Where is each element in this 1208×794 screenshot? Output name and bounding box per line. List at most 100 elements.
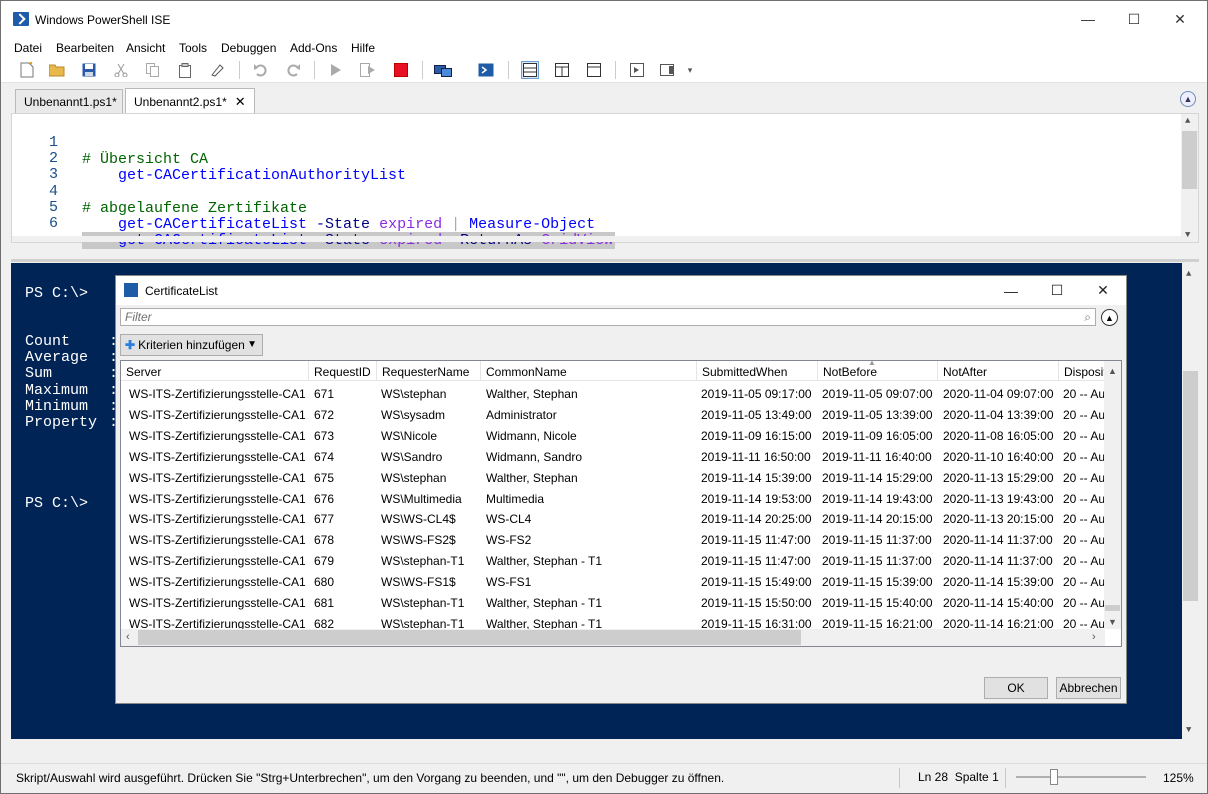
collapse-script-pane-icon[interactable]: ▲ [1180, 91, 1196, 107]
scroll-up-icon[interactable]: ▲ [1108, 366, 1117, 376]
run-selection-icon[interactable] [359, 61, 377, 79]
zoom-slider-thumb[interactable] [1050, 769, 1058, 785]
zoom-slider[interactable] [1016, 776, 1146, 778]
redo-icon[interactable] [284, 61, 302, 79]
scroll-right-icon[interactable]: › [1092, 631, 1096, 643]
pane-splitter[interactable] [11, 259, 1199, 262]
search-icon[interactable]: ⌕ [1084, 310, 1091, 325]
maximize-button[interactable]: ☐ [1034, 276, 1080, 305]
scrollbar-thumb[interactable] [1105, 605, 1120, 611]
new-file-icon[interactable] [18, 61, 36, 79]
cell-server: WS-ITS-Zertifizierungsstelle-CA1 [129, 449, 306, 464]
paste-icon[interactable] [176, 61, 194, 79]
editor-vertical-scrollbar[interactable]: ▲ ▼ [1181, 114, 1198, 242]
scrollbar-thumb[interactable] [1182, 131, 1197, 189]
table-row[interactable]: WS-ITS-Zertifizierungsstelle-CA1 681 WS\st… [121, 592, 1105, 613]
show-script-pane-icon[interactable] [628, 61, 646, 79]
maximize-button[interactable]: ☐ [1111, 1, 1157, 37]
grid-vertical-scrollbar[interactable]: ▲ ▼ [1104, 361, 1121, 629]
table-row[interactable]: WS-ITS-Zertifizierungsstelle-CA1 671 WS\st… [121, 383, 1105, 404]
dialog-title-bar[interactable]: CertificateList — ☐ ✕ [116, 276, 1126, 305]
scrollbar-thumb[interactable] [138, 630, 801, 645]
cell-requestername: WS\WS-FS2$ [381, 533, 456, 548]
close-button[interactable]: ✕ [1157, 1, 1203, 37]
run-script-icon[interactable] [327, 61, 345, 79]
menu-debuggen[interactable]: Debuggen [221, 41, 276, 55]
cell-notbefore: 2019-11-11 16:40:00 [822, 449, 932, 464]
tab-unbenannt1[interactable]: Unbenannt1.ps1* [15, 89, 123, 113]
show-commands-icon[interactable] [660, 61, 678, 79]
filter-input[interactable]: Filter ⌕ [120, 308, 1096, 326]
table-row[interactable]: WS-ITS-Zertifizierungsstelle-CA1 673 WS\Ni… [121, 425, 1105, 446]
table-row[interactable]: WS-ITS-Zertifizierungsstelle-CA1 679 WS\st… [121, 550, 1105, 571]
cell-disposition: 20 -- Au [1063, 596, 1105, 610]
table-row[interactable]: WS-ITS-Zertifizierungsstelle-CA1 675 WS\st… [121, 467, 1105, 488]
copy-icon[interactable] [144, 61, 162, 79]
title-bar[interactable]: Windows PowerShell ISE — ☐ ✕ [1, 1, 1207, 37]
column-header-requestername[interactable]: RequesterName [377, 361, 481, 381]
column-header-disposition[interactable]: Dispositi [1059, 361, 1105, 381]
undo-icon[interactable] [252, 61, 270, 79]
save-icon[interactable] [80, 61, 98, 79]
table-row[interactable]: WS-ITS-Zertifizierungsstelle-CA1 676 WS\Mu… [121, 488, 1105, 509]
table-row[interactable]: WS-ITS-Zertifizierungsstelle-CA1 674 WS\Sa… [121, 446, 1105, 467]
scroll-up-icon[interactable]: ▲ [1186, 269, 1191, 279]
scroll-down-icon[interactable]: ▼ [1185, 230, 1190, 240]
menu-hilfe[interactable]: Hilfe [351, 41, 375, 55]
minimize-button[interactable]: — [988, 276, 1034, 305]
stop-icon[interactable] [392, 61, 410, 79]
console-vertical-scrollbar[interactable]: ▲ ▼ [1182, 263, 1199, 739]
menu-ansicht[interactable]: Ansicht [126, 41, 165, 55]
table-row[interactable]: WS-ITS-Zertifizierungsstelle-CA1 678 WS\WS… [121, 529, 1105, 550]
editor-horizontal-scrollbar[interactable] [12, 236, 1182, 242]
layout-maximized-icon[interactable] [585, 61, 603, 79]
script-editor[interactable]: 1 # Übersicht CA 2 get-CACertificationAu… [11, 113, 1199, 249]
remote-powershell-icon[interactable] [434, 61, 452, 79]
clear-console-icon[interactable] [208, 61, 226, 79]
cell-notbefore: 2019-11-15 11:37:00 [822, 533, 932, 548]
minimize-button[interactable]: — [1065, 1, 1111, 37]
cell-notafter: 2020-11-14 11:37:00 [943, 554, 1053, 569]
layout-right-icon[interactable] [553, 61, 571, 79]
tab-unbenannt2[interactable]: Unbenannt2.ps1* ✕ [125, 88, 255, 114]
powershell-console-icon[interactable] [477, 61, 495, 79]
cell-requestername: WS\WS-FS1$ [381, 575, 456, 590]
close-button[interactable]: ✕ [1080, 276, 1126, 305]
menu-bearbeiten[interactable]: Bearbeiten [56, 41, 114, 55]
column-header-commonname[interactable]: CommonName [481, 361, 697, 381]
table-row[interactable]: WS-ITS-Zertifizierungsstelle-CA1 672 WS\sy… [121, 404, 1105, 425]
menu-tools[interactable]: Tools [179, 41, 207, 55]
layout-top-icon[interactable] [521, 61, 539, 79]
scroll-left-icon[interactable]: ‹ [126, 631, 130, 643]
cancel-button[interactable]: Abbrechen [1056, 677, 1121, 699]
menu-add-ons[interactable]: Add-Ons [290, 41, 337, 55]
column-header-server[interactable]: Server [121, 361, 309, 381]
certificate-grid[interactable]: Server RequestID RequesterName CommonNam… [120, 360, 1122, 647]
table-row[interactable]: WS-ITS-Zertifizierungsstelle-CA1 680 WS\WS… [121, 571, 1105, 592]
column-header-notafter[interactable]: NotAfter [938, 361, 1059, 381]
cell-notbefore: 2019-11-05 09:07:00 [822, 387, 933, 401]
scroll-down-icon[interactable]: ▼ [1186, 725, 1191, 735]
collapse-filter-icon[interactable]: ▲ [1101, 309, 1118, 326]
column-header-submittedwhen[interactable]: SubmittedWhen [697, 361, 818, 381]
tab-close-icon[interactable]: ✕ [235, 94, 246, 109]
cell-disposition: 20 -- Au [1063, 428, 1105, 443]
toolbar-overflow-icon[interactable]: ▾ [685, 61, 695, 79]
ok-button[interactable]: OK [984, 677, 1048, 699]
grid-horizontal-scrollbar[interactable]: ‹ › [121, 629, 1105, 646]
menu-datei[interactable]: Datei [14, 41, 42, 55]
open-folder-icon[interactable] [48, 61, 66, 79]
scroll-up-icon[interactable]: ▲ [1185, 116, 1190, 126]
column-header-notbefore[interactable]: NotBefore ▲ [818, 361, 938, 381]
cut-icon[interactable] [112, 61, 130, 79]
table-row[interactable]: WS-ITS-Zertifizierungsstelle-CA1 677 WS\WS… [121, 508, 1105, 529]
add-criteria-button[interactable]: ✚ Kriterien hinzufügen ▼ [120, 334, 263, 356]
code-parameter: -State [316, 216, 371, 233]
scroll-down-icon[interactable]: ▼ [1108, 617, 1117, 627]
code-command: Measure-Object [469, 216, 596, 233]
powershell-app-icon [124, 283, 138, 297]
column-header-requestid[interactable]: RequestID [309, 361, 377, 381]
console-output-line: Count: [25, 333, 119, 350]
cell-requestername: WS\Sandro [381, 449, 443, 464]
scrollbar-thumb[interactable] [1183, 371, 1198, 601]
